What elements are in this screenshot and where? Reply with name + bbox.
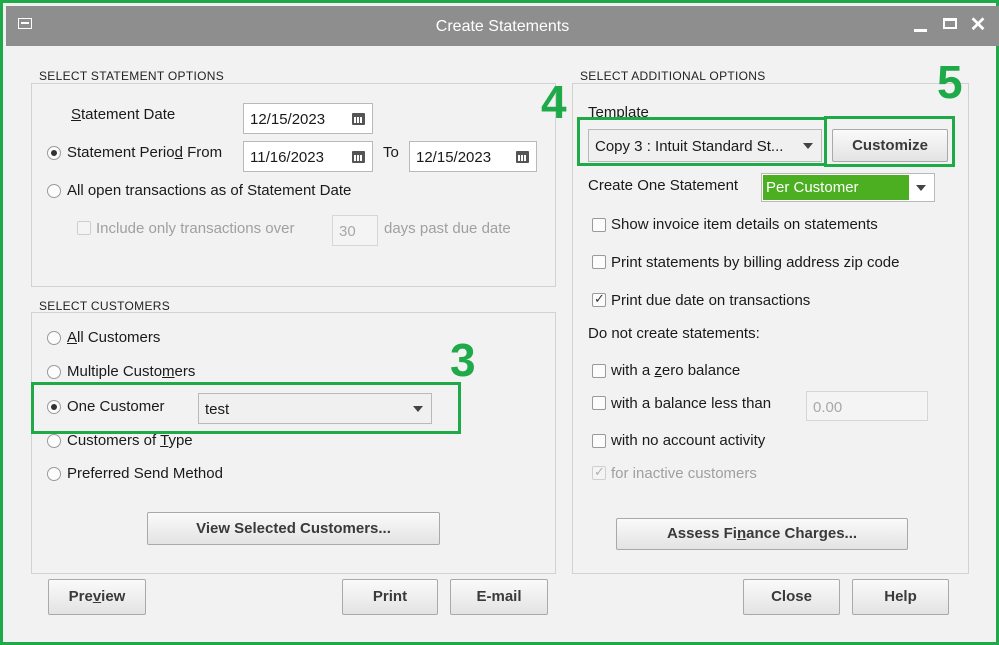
statement-options-title: SELECT STATEMENT OPTIONS (39, 69, 225, 83)
include-only-checkbox[interactable] (77, 221, 91, 235)
step4-number: 4 (541, 76, 567, 128)
radio-customers-of-type[interactable] (47, 434, 61, 448)
additional-options-title: SELECT ADDITIONAL OPTIONS (580, 69, 766, 83)
statement-date-field[interactable]: 12/15/2023 (243, 103, 373, 134)
radio-all-open[interactable] (47, 184, 61, 198)
no-activity-label: with no account activity (611, 432, 766, 449)
step5-number: 5 (937, 56, 963, 108)
all-customers-label: All Customers (67, 329, 161, 346)
multiple-customers-label: Multiple Customers (67, 363, 196, 380)
print-due-date-checkbox[interactable]: ✓ (592, 291, 606, 307)
show-invoice-details-label: Show invoice item details on statements (611, 216, 878, 233)
days-field[interactable]: 30 (332, 215, 378, 246)
inactive-customers-label: for inactive customers (611, 465, 757, 482)
help-button[interactable]: Help (852, 579, 949, 615)
balance-less-than-field[interactable]: 0.00 (806, 391, 928, 421)
create-one-statement-combo[interactable]: Per Customer (761, 173, 935, 202)
step3-highlight (31, 382, 461, 434)
radio-preferred-send[interactable] (47, 467, 61, 481)
statement-date-label: Statement Date (71, 106, 176, 123)
do-not-create-label: Do not create statements: (588, 325, 760, 342)
show-invoice-details-checkbox[interactable] (592, 218, 606, 232)
print-due-date-label: Print due date on transactions (611, 292, 811, 309)
customers-of-type-label: Customers of Type (67, 432, 193, 449)
zero-balance-label: with a zero balance (611, 362, 741, 379)
checkmark-icon: ✓ (594, 291, 605, 306)
assess-finance-charges-button[interactable]: Assess Finance Charges... (616, 518, 908, 550)
step3-number: 3 (450, 334, 476, 386)
preferred-send-label: Preferred Send Method (67, 465, 223, 482)
calendar-icon[interactable] (352, 113, 365, 125)
title-bar: Create Statements ✕ (6, 6, 999, 46)
email-button[interactable]: E-mail (450, 579, 548, 615)
no-activity-checkbox[interactable] (592, 434, 606, 448)
calendar-icon[interactable] (516, 151, 529, 163)
print-by-zip-checkbox[interactable] (592, 255, 606, 269)
inactive-customers-checkbox[interactable]: ✓ (592, 464, 606, 480)
balance-less-than-label: with a balance less than (611, 395, 772, 412)
preview-button[interactable]: Preview (48, 579, 146, 615)
days-label: days past due date (384, 220, 511, 237)
radio-multiple-customers[interactable] (47, 365, 61, 379)
balance-less-than-checkbox[interactable] (592, 396, 606, 410)
all-open-label: All open transactions as of Statement Da… (67, 182, 352, 199)
window-title: Create Statements (435, 18, 570, 35)
view-selected-customers-button[interactable]: View Selected Customers... (147, 512, 440, 545)
radio-statement-period[interactable] (47, 146, 61, 160)
calendar-icon[interactable] (352, 151, 365, 163)
customers-title: SELECT CUSTOMERS (39, 299, 171, 313)
radio-all-customers[interactable] (47, 331, 61, 345)
step4-highlight (577, 117, 827, 166)
chevron-down-icon[interactable] (916, 185, 926, 191)
period-to-field[interactable]: 12/15/2023 (409, 141, 537, 172)
to-label: To (383, 144, 399, 161)
zero-balance-checkbox[interactable] (592, 364, 606, 378)
print-button[interactable]: Print (342, 579, 438, 615)
create-one-statement-label: Create One Statement (588, 177, 739, 194)
print-by-zip-label: Print statements by billing address zip … (611, 254, 900, 271)
step5-highlight (824, 116, 955, 167)
statement-period-label: Statement Period From (67, 144, 223, 161)
include-only-label: Include only transactions over (96, 220, 295, 237)
close-button[interactable]: Close (743, 579, 840, 615)
checkmark-icon: ✓ (594, 464, 605, 479)
close-icon[interactable]: ✕ (968, 15, 988, 35)
window-frame: Create Statements ✕ SELECT STATEMENT OPT… (0, 0, 999, 645)
period-from-field[interactable]: 11/16/2023 (243, 141, 373, 172)
